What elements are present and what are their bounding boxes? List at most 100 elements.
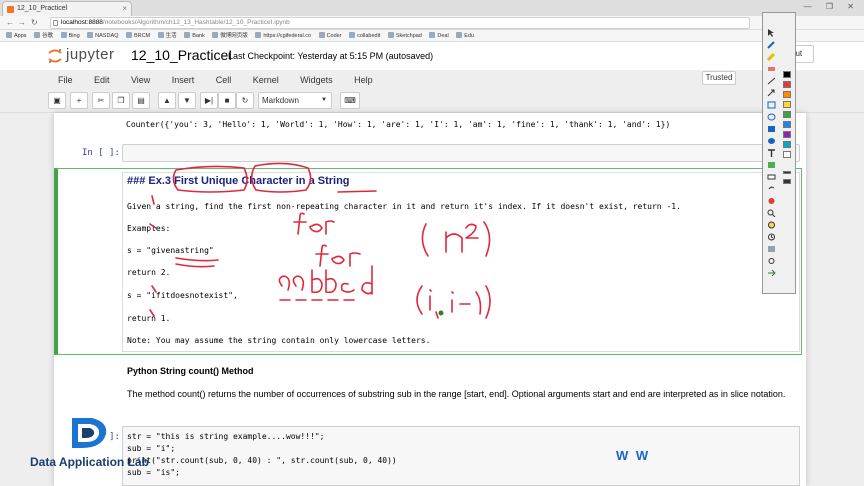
bookmark-label: https://cgifederal.co: [263, 33, 312, 39]
bookmark-item[interactable]: BRCM: [125, 30, 150, 41]
url-path: /notebooks/Algorithm/ch12_13_Hashtable/1…: [102, 19, 290, 26]
plus-icon: +: [76, 96, 82, 105]
bookmark-item[interactable]: Coder: [318, 30, 342, 41]
md-line-example1: s = "givenastring": [127, 246, 214, 255]
markdown-heading: ### Ex.3 First Unique Character in a Str…: [127, 175, 350, 187]
zoom-icon[interactable]: [767, 209, 776, 217]
save-button[interactable]: ▣: [48, 92, 66, 109]
color-swatch-orange[interactable]: [783, 91, 791, 98]
trusted-indicator[interactable]: Trusted: [702, 71, 736, 85]
board-icon[interactable]: [767, 173, 776, 181]
menu-cell[interactable]: Cell: [216, 71, 232, 89]
bookmark-item[interactable]: Deal: [429, 30, 449, 41]
line-tool-icon[interactable]: [767, 77, 776, 85]
rectangle-tool-icon[interactable]: [767, 101, 776, 109]
bookmark-item[interactable]: 微博网页版: [212, 30, 248, 41]
exit-icon[interactable]: [767, 269, 776, 277]
arrow-tool-icon[interactable]: [767, 89, 776, 97]
spotlight-icon[interactable]: [767, 221, 776, 229]
bookmark-icon: [429, 32, 436, 38]
checkpoint-status: Last Checkpoint: Yesterday at 5:15 PM (a…: [228, 51, 434, 61]
tab-title: 12_10_Practicel: [17, 5, 68, 12]
color-swatch-green[interactable]: [783, 111, 791, 118]
url-input[interactable]: localhost:8888/notebooks/Algorithm/ch12_…: [50, 17, 750, 29]
pen-icon[interactable]: [767, 41, 776, 49]
color-swatch-white[interactable]: [783, 151, 791, 158]
bookmark-item[interactable]: Bing: [60, 30, 80, 41]
settings-icon[interactable]: [767, 257, 776, 265]
cell-type-select[interactable]: Markdown ▼: [258, 92, 332, 109]
highlighter-icon[interactable]: [767, 53, 776, 61]
color-swatch-blue[interactable]: [783, 121, 791, 128]
menu-kernel[interactable]: Kernel: [253, 71, 279, 89]
jupyter-logo[interactable]: jupyter: [48, 45, 118, 67]
filled-rectangle-icon[interactable]: [767, 125, 776, 133]
color-swatch-cyan[interactable]: [783, 141, 791, 148]
bookmark-item[interactable]: 生活: [157, 30, 177, 41]
screen-capture-icon[interactable]: [767, 161, 776, 169]
paste-button[interactable]: ▤: [132, 92, 150, 109]
code-line: sub = "is";: [127, 468, 180, 477]
back-icon[interactable]: ←: [6, 16, 14, 30]
page-info-icon[interactable]: [53, 20, 58, 26]
arrow-down-icon: ▼: [183, 96, 191, 105]
bookmark-item[interactable]: NASDAQ: [87, 30, 119, 41]
notebook-title[interactable]: 12_10_PracticeI: [131, 47, 232, 63]
bookmark-item[interactable]: Bank: [184, 30, 205, 41]
ellipse-tool-icon[interactable]: [767, 113, 776, 121]
command-palette-button[interactable]: ⌨: [340, 92, 360, 109]
markdown-cell-editor[interactable]: [122, 172, 800, 352]
bookmark-item[interactable]: https://cgifederal.co: [255, 30, 312, 41]
window-controls[interactable]: — ❐ ✕: [804, 0, 860, 14]
color-swatch-purple[interactable]: [783, 131, 791, 138]
cut-button[interactable]: ✂: [92, 92, 110, 109]
color-swatch-red[interactable]: [783, 81, 791, 88]
undo-icon[interactable]: [767, 185, 776, 193]
menu-edit[interactable]: Edit: [94, 71, 110, 89]
bookmark-item[interactable]: Apps: [6, 30, 27, 41]
insert-cell-button[interactable]: +: [70, 92, 88, 109]
copy-button[interactable]: ❐: [112, 92, 130, 109]
pen-width-thick[interactable]: [783, 179, 791, 184]
text-tool-icon[interactable]: [767, 149, 776, 157]
filled-ellipse-icon[interactable]: [767, 137, 776, 145]
md-line-problem: Given a string, find the first non-repea…: [127, 202, 681, 211]
bookmarks-bar: Apps 谷歌 Bing NASDAQ BRCM 生活 Bank 微博网页版 h…: [0, 30, 864, 42]
empty-code-cell-input[interactable]: [122, 144, 800, 162]
clear-icon[interactable]: [767, 197, 776, 205]
move-down-button[interactable]: ▼: [178, 92, 196, 109]
bookmark-item[interactable]: 谷歌: [34, 30, 53, 41]
pointer-icon[interactable]: [767, 29, 776, 37]
menu-view[interactable]: View: [131, 71, 150, 89]
interrupt-button[interactable]: ■: [218, 92, 236, 109]
pen-width-thin[interactable]: [783, 171, 791, 174]
restart-button[interactable]: ↻: [236, 92, 254, 109]
save-drawing-icon[interactable]: [767, 245, 776, 253]
browser-tab[interactable]: 12_10_Practicel ×: [2, 1, 132, 16]
eraser-icon[interactable]: [767, 65, 776, 73]
paste-icon: ▤: [137, 96, 145, 105]
forward-icon[interactable]: →: [18, 16, 26, 30]
color-swatch-black[interactable]: [783, 71, 791, 78]
md-line-return2: return 1.: [127, 314, 171, 323]
bookmark-label: NASDAQ: [95, 33, 119, 39]
chevron-down-icon: ▼: [321, 97, 327, 103]
color-swatch-yellow[interactable]: [783, 101, 791, 108]
move-up-button[interactable]: ▲: [158, 92, 176, 109]
bookmark-item[interactable]: collabedit: [349, 30, 380, 41]
bookmark-icon: [125, 32, 132, 38]
reload-icon[interactable]: ↻: [31, 16, 38, 30]
bookmark-item[interactable]: Edu: [456, 30, 474, 41]
menu-widgets[interactable]: Widgets: [300, 71, 333, 89]
tab-close-icon[interactable]: ×: [122, 2, 127, 16]
bookmark-item[interactable]: Sketchpad: [387, 30, 422, 41]
bookmark-label: Bank: [192, 33, 205, 39]
menu-file[interactable]: File: [58, 71, 73, 89]
run-button[interactable]: ▶|: [200, 92, 218, 109]
bookmark-label: Coder: [326, 33, 342, 39]
jupyter-favicon-icon: [7, 6, 14, 13]
menu-insert[interactable]: Insert: [172, 71, 195, 89]
timer-icon[interactable]: [767, 233, 776, 241]
watermark-corner: W W: [616, 448, 651, 463]
menu-help[interactable]: Help: [354, 71, 373, 89]
